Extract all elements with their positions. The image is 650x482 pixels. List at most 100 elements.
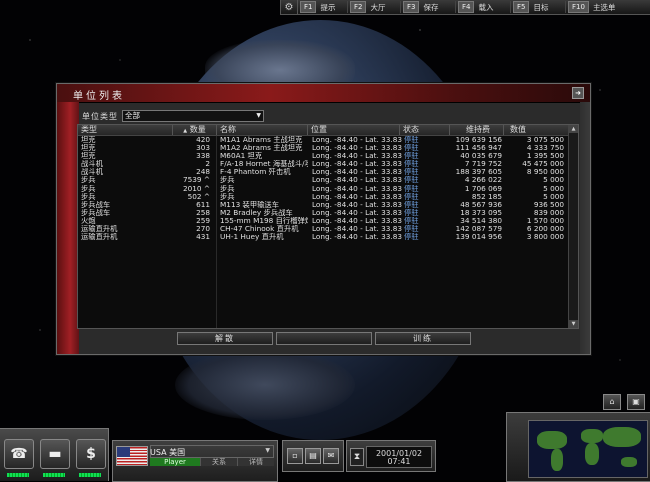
status-bar	[7, 473, 29, 477]
cell-qty: 338	[196, 152, 210, 161]
cell-qty: 258	[196, 208, 210, 217]
column-header-value[interactable]: 数值	[503, 125, 568, 135]
menu-label: 大厅	[370, 2, 386, 12]
cell-name: M113 装甲输送车	[220, 200, 280, 209]
column-header-position[interactable]: 位置	[307, 125, 399, 135]
table-row[interactable]: 步兵 2010 ^ 步兵 Long. -84.40 - Lat. 33.83 停驻 1 7…	[78, 185, 568, 193]
menu-label: 目标	[533, 2, 549, 12]
cell-upkeep: 111 456 947	[455, 144, 502, 153]
menu-main[interactable]: F10 主选单	[566, 1, 624, 13]
cell-name: CH-47 Chinook 直升机	[220, 225, 299, 234]
cell-pos: Long. -84.40 - Lat. 33.83	[312, 233, 403, 242]
list-icon[interactable]: ▤	[305, 448, 321, 464]
disband-button[interactable]: 解散	[177, 332, 273, 345]
cell-value: 5 000	[543, 192, 564, 201]
menu-label: 主选单	[592, 2, 616, 12]
cell-type: 坦克	[81, 152, 96, 161]
hourglass-icon[interactable]: ⧗	[350, 448, 364, 466]
table-row[interactable]: 坦克 303 M1A2 Abrams 主战坦克 Long. -84.40 - Lat.…	[78, 144, 568, 152]
cell-pos: Long. -84.40 - Lat. 33.83	[312, 216, 403, 225]
details-button[interactable]: 详情	[237, 458, 274, 466]
table-row[interactable]: 步兵战车 258 M2 Bradley 步兵战车 Long. -84.40 - Lat…	[78, 209, 568, 217]
menu-save[interactable]: F3 保存	[401, 1, 456, 13]
cell-upkeep: 1 706 069	[464, 184, 502, 193]
status-bar	[43, 473, 65, 477]
table-row[interactable]: 战斗机 2 F/A-18 Hornet 海基战斗/攻 Long. -84.40 - L…	[78, 160, 568, 168]
dollar-icon[interactable]: $	[76, 439, 106, 469]
relations-button[interactable]: 关系	[200, 458, 237, 466]
table-row[interactable]: 步兵 7539 ^ 步兵 Long. -84.40 - Lat. 33.83 停驻 4 2…	[78, 176, 568, 184]
cell-pos: Long. -84.40 - Lat. 33.83	[312, 200, 403, 209]
cell-pos: Long. -84.40 - Lat. 33.83	[312, 208, 403, 217]
cell-status: 停驻	[404, 192, 419, 201]
cell-type: 坦克	[81, 144, 96, 153]
column-header-upkeep[interactable]: 维持费	[449, 125, 503, 135]
chevron-down-icon: ▼	[265, 447, 270, 454]
vertical-scrollbar[interactable]: ▲ ▼	[568, 125, 578, 328]
disabled-button[interactable]	[276, 332, 372, 345]
cell-pos: Long. -84.40 - Lat. 33.83	[312, 168, 403, 177]
cell-status: 停驻	[404, 200, 419, 209]
camera-icon[interactable]: ▣	[627, 394, 645, 410]
column-header-type[interactable]: 类型	[78, 125, 172, 135]
unit-type-filter: 单位类型 全部 ▼	[82, 110, 264, 122]
cell-qty: 420	[196, 136, 210, 144]
filter-value: 全部	[125, 111, 140, 120]
window-icon[interactable]: ▫	[287, 448, 303, 464]
cell-status: 停驻	[404, 208, 419, 217]
cell-upkeep: 109 639 156	[455, 136, 502, 144]
cell-upkeep: 40 035 679	[460, 152, 502, 161]
cell-pos: Long. -84.40 - Lat. 33.83	[312, 136, 403, 144]
table-row[interactable]: 坦克 420 M1A1 Abrams 主战坦克 Long. -84.40 - Lat.…	[78, 136, 568, 144]
cell-pos: Long. -84.40 - Lat. 33.83	[312, 160, 403, 169]
cell-type: 战斗机	[81, 168, 103, 177]
close-icon[interactable]: ➜	[572, 87, 584, 99]
sort-arrow-icon: ▲	[183, 128, 188, 134]
country-name: USA 美国	[150, 448, 186, 457]
cell-value: 5 000	[543, 184, 564, 193]
menu-objectives[interactable]: F5 目标	[511, 1, 566, 13]
menu-hints[interactable]: F1 提示	[298, 1, 348, 13]
scroll-up-icon[interactable]: ▲	[569, 125, 578, 133]
cell-status: 停驻	[404, 216, 419, 225]
tank-icon[interactable]: ▬	[40, 439, 70, 469]
cell-value: 45 475 000	[522, 160, 564, 169]
cell-name: F/A-18 Hornet 海基战斗/攻	[220, 160, 308, 169]
table-row[interactable]: 战斗机 248 F-4 Phantom 歼击机 Long. -84.40 - Lat.…	[78, 168, 568, 176]
cell-qty: 2	[205, 160, 210, 169]
table-row[interactable]: 坦克 338 M60A1 坦克 Long. -84.40 - Lat. 33.83 停驻…	[78, 152, 568, 160]
menu-lobby[interactable]: F2 大厅	[348, 1, 401, 13]
column-label: 数量	[189, 125, 206, 134]
home-icon[interactable]: ⌂	[603, 394, 621, 410]
player-badge[interactable]: Player	[150, 458, 200, 466]
table-row[interactable]: 步兵 502 ^ 步兵 Long. -84.40 - Lat. 33.83 停驻 852 …	[78, 193, 568, 201]
phone-icon[interactable]: ☎	[4, 439, 34, 469]
cell-name: 155-mm M198 自行榴弹炮	[220, 216, 308, 225]
cell-status: 停驻	[404, 152, 419, 161]
window-titlebar[interactable]: 单位列表 ➜	[57, 84, 590, 103]
unit-type-select[interactable]: 全部 ▼	[122, 110, 264, 122]
cell-qty: 611	[196, 200, 210, 209]
table-row[interactable]: 运输直升机 270 CH-47 Chinook 直升机 Long. -84.40 - …	[78, 225, 568, 233]
table-row[interactable]: 火炮 259 155-mm M198 自行榴弹炮 Long. -84.40 - Lat…	[78, 217, 568, 225]
game-time: 07:41	[387, 457, 411, 466]
minimap-land	[581, 429, 603, 443]
column-header-name[interactable]: 名称	[216, 125, 307, 135]
mail-icon[interactable]: ✉	[323, 448, 339, 464]
table-row[interactable]: 步兵战车 611 M113 装甲输送车 Long. -84.40 - Lat. 33.…	[78, 201, 568, 209]
gear-icon[interactable]: ⚙	[281, 0, 298, 14]
scroll-down-icon[interactable]: ▼	[569, 320, 578, 328]
train-button[interactable]: 训练	[375, 332, 471, 345]
column-header-qty[interactable]: ▲ 数量	[172, 125, 216, 135]
minimap-land	[603, 427, 641, 447]
minimap[interactable]	[528, 420, 648, 478]
cell-upkeep: 188 397 605	[455, 168, 502, 177]
date-display: 2001/01/02 07:41	[366, 446, 432, 468]
table-row[interactable]: 运输直升机 431 UH-1 Huey 直升机 Long. -84.40 - Lat.…	[78, 233, 568, 241]
unit-table: 类型 ▲ 数量 名称 位置 状态 维持费 数值 坦克 420 M1A1 Abrams…	[77, 124, 579, 329]
minimap-land	[621, 457, 637, 467]
cell-value: 839 000	[533, 208, 564, 217]
table-header: 类型 ▲ 数量 名称 位置 状态 维持费 数值	[78, 125, 568, 136]
column-header-status[interactable]: 状态	[399, 125, 449, 135]
menu-load[interactable]: F4 载入	[456, 1, 511, 13]
